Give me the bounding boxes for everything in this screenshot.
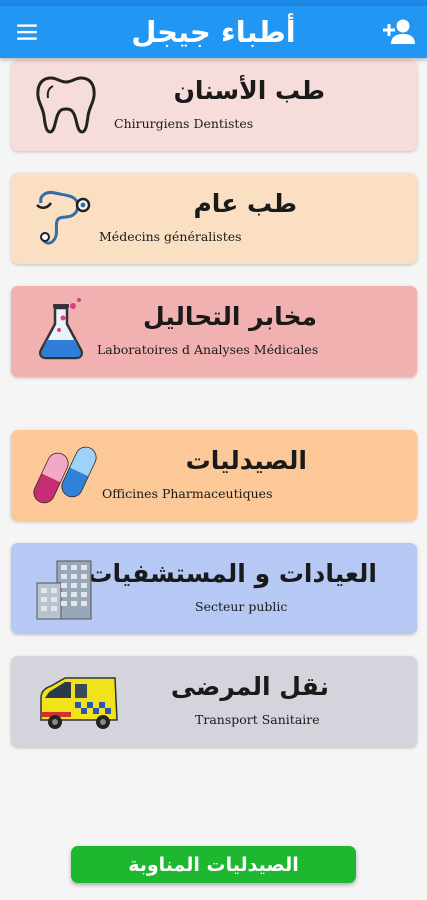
app-title: أطباء جيجل: [131, 15, 296, 49]
card-title-fr: Officines Pharmaceutiques: [102, 486, 273, 501]
app-bar: أطباء جيجل: [0, 6, 427, 58]
card-general-practitioners[interactable]: طب عام Médecins généralistes: [11, 173, 417, 264]
stethoscope-icon: [36, 191, 91, 245]
hospital-building-icon: [36, 560, 92, 620]
card-title-fr: Transport Sanitaire: [195, 712, 320, 727]
card-dentists[interactable]: طب الأسنان Chirurgiens Dentistes: [11, 60, 417, 151]
card-title-ar: مخابر التحاليل: [143, 302, 317, 331]
card-title-ar: طب عام: [193, 189, 297, 218]
card-title-fr: Secteur public: [195, 599, 288, 614]
pill-icon: [33, 446, 97, 504]
card-hospitals[interactable]: العيادات و المستشفيات Secteur public: [11, 543, 417, 634]
menu-icon[interactable]: [14, 19, 40, 45]
card-title-ar: طب الأسنان: [173, 76, 325, 105]
card-pharmacies[interactable]: الصيدليات Officines Pharmaceutiques: [11, 430, 417, 521]
card-title-fr: Laboratoires d Analyses Médicales: [97, 342, 319, 357]
card-patient-transport[interactable]: نقل المرضى Transport Sanitaire: [11, 656, 417, 747]
card-title-ar: الصيدليات: [185, 446, 307, 475]
tooth-icon: [36, 76, 96, 134]
card-title-fr: Médecins généralistes: [99, 229, 242, 244]
card-title-fr: Chirurgiens Dentistes: [114, 116, 254, 131]
card-title-ar: العيادات و المستشفيات: [87, 559, 377, 588]
card-title-ar: نقل المرضى: [170, 672, 329, 701]
ambulance-icon: [40, 677, 118, 729]
on-duty-pharmacies-button[interactable]: الصيدليات المناوبة: [71, 846, 356, 883]
person-add-icon[interactable]: [381, 16, 417, 48]
card-laboratories[interactable]: مخابر التحاليل Laboratoires d Analyses M…: [11, 286, 417, 377]
flask-icon: [38, 298, 84, 360]
